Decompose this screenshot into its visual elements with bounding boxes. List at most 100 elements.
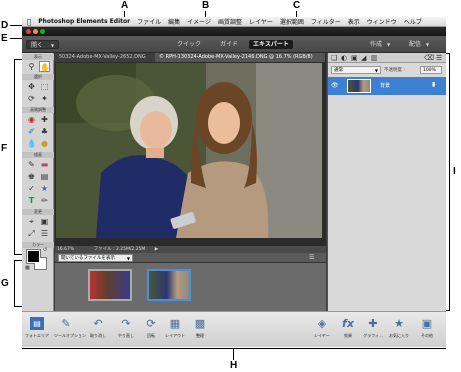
visibility-eye-icon[interactable]: 👁 [331,82,339,89]
minimize-window-button[interactable] [33,29,38,34]
callout-line-f [14,59,15,254]
zoom-tool-icon[interactable]: ⚲ [26,61,37,72]
hand-tool-icon[interactable]: ✋ [39,61,50,72]
tool-options-button[interactable]: ✎ ツールオプション [54,315,86,345]
menu-view[interactable]: 表示 [348,17,360,26]
document-tab-2[interactable]: © RPH-130324-Adobe-MX-Valley-2146.DNG @ … [155,53,325,62]
eraser-tool-icon[interactable]: ▬ [39,159,50,170]
layer-name: 背景 [380,83,391,89]
tool-options-icon: ✎ [61,317,71,330]
pencil-tool-icon[interactable]: ✏ [39,195,50,206]
more-button[interactable]: ▣ その他 [415,315,439,345]
swap-colors-icon[interactable]: ↺ [43,247,47,253]
favorites-button[interactable]: ★ お気に入り [387,315,411,345]
apple-icon[interactable]:  [27,18,31,26]
effects-button[interactable]: fx 効果 [336,315,360,345]
default-colors-icon[interactable]: ▩ [25,265,30,271]
organizer-button[interactable]: ▩ 整理 [188,315,212,345]
photo-bin-thumbnail-2[interactable] [147,269,191,301]
recompose-tool-icon[interactable]: ▣ [39,216,50,227]
layers-button[interactable]: ◈ レイヤー [310,315,334,345]
blend-mode-dropdown[interactable]: 通常 ▼ [331,66,381,74]
play-triangle-icon[interactable]: ▶ [155,247,158,252]
close-window-button[interactable] [26,29,31,34]
menu-window[interactable]: ウィンドウ [367,17,397,26]
rotate-button[interactable]: ⟳ 回転 [139,315,163,345]
custom-shape-tool-icon[interactable]: ★ [39,183,50,194]
toolbox-section-modify: 変更 [22,209,54,215]
tab-guided[interactable]: ガイド [216,40,242,49]
spot-healing-tool-icon[interactable]: ✚ [39,114,50,125]
opacity-field[interactable]: 100% [420,66,442,74]
new-layer-icon[interactable]: ❏ [331,54,337,62]
lock-all-icon[interactable]: ▥ [371,54,378,62]
type-tool-icon[interactable]: T [26,195,37,206]
adjustment-layer-icon[interactable]: ◐ [341,54,347,62]
lock-icon[interactable]: ◢ [361,54,366,62]
tab-expert[interactable]: エキスパート [249,40,293,49]
marquee-tool-icon[interactable]: ⬚ [39,81,50,92]
layer-lock-icon: ▮ [432,81,436,88]
photo-bin-button[interactable]: ▤ フォトエリア [25,315,49,345]
callout-line-g-bottom [14,306,22,307]
callout-a: A [121,0,129,11]
layer-row[interactable]: 👁 背景 ▮ [328,77,446,95]
undo-button[interactable]: ↶ 取り消し [86,315,110,345]
redo-button[interactable]: ↷ やり直し [114,315,138,345]
content-aware-move-tool-icon[interactable]: ⤢ [26,228,37,239]
sponge-tool-icon[interactable]: ● [39,138,50,149]
tab-quick[interactable]: クイック [173,40,205,49]
toolbox-section-color: カラー [22,242,54,248]
toolbox-section-view: 表示 [22,54,54,60]
layout-button[interactable]: ▦ レイアウト [163,315,187,345]
more-label: その他 [421,333,433,338]
panel-menu-icon[interactable]: ☰ [436,54,442,62]
open-button[interactable]: 開く ▼ [26,40,60,49]
gradient-tool-icon[interactable]: ▤ [39,171,50,182]
callout-h: H [230,360,238,371]
layers-label: レイヤー [314,333,330,338]
menu-image[interactable]: イメージ [187,17,211,26]
trash-icon[interactable]: ⌫ [424,54,434,62]
menu-filter[interactable]: フィルター [311,17,341,26]
menu-layer[interactable]: レイヤー [249,17,273,26]
brush-tool-icon[interactable]: ✎ [26,159,37,170]
zoom-window-button[interactable] [40,29,45,34]
crop-tool-icon[interactable]: ⌖ [26,216,37,227]
show-files-dropdown[interactable]: 開いているファイルを表示 ▼ [58,254,133,262]
color-picker-tool-icon[interactable]: ✓ [26,183,37,194]
layer-mask-icon[interactable]: ▣ [351,54,358,62]
lasso-tool-icon[interactable]: ⟳ [26,93,37,104]
menu-help[interactable]: ヘルプ [404,17,422,26]
paint-bucket-tool-icon[interactable]: ♚ [26,171,37,182]
smart-brush-tool-icon[interactable]: ✐ [26,126,37,137]
menu-edit[interactable]: 編集 [168,17,180,26]
zoom-level: 16.67% [57,247,75,252]
layer-thumbnail [347,79,371,93]
photo-content [56,63,322,238]
document-tab-1[interactable]: 50324-Adobe-MX-Valley-2652.DNG [55,53,155,62]
callout-line-g-top [14,260,22,261]
status-bar: 16.67% ファイル : 2.25M/2.25M ▶ [55,246,326,253]
document-tab-2-title: © RPH-130324-Adobe-MX-Valley-2146.DNG @ … [159,54,313,60]
clone-stamp-tool-icon[interactable]: ♣ [39,126,50,137]
toolbox-section-draw: 描画 [22,152,54,158]
share-button[interactable]: 配信 ▼ [405,40,433,49]
callout-f: F [1,143,8,154]
move-tool-icon[interactable]: ✥ [26,81,37,92]
callout-line-f-bottom [14,254,22,255]
create-button[interactable]: 作成 ▼ [366,40,394,49]
quick-selection-tool-icon[interactable]: ✦ [39,93,50,104]
straighten-tool-icon[interactable]: ☰ [39,228,50,239]
graphics-button[interactable]: ✚ グラフィ... [361,315,385,345]
red-eye-tool-icon[interactable]: ◉ [26,114,37,125]
menu-select[interactable]: 選択範囲 [280,17,304,26]
menu-file[interactable]: ファイル [137,17,161,26]
bin-menu-icon[interactable]: ☰ [309,254,314,261]
app-name[interactable]: Photoshop Elements Editor [38,18,130,25]
menu-enhance[interactable]: 画質調整 [218,17,242,26]
rotate-label: 回転 [147,333,155,338]
photo-bin-thumbnail-1[interactable] [88,269,132,301]
photo-image[interactable] [56,63,322,238]
blur-tool-icon[interactable]: 💧 [26,138,37,149]
